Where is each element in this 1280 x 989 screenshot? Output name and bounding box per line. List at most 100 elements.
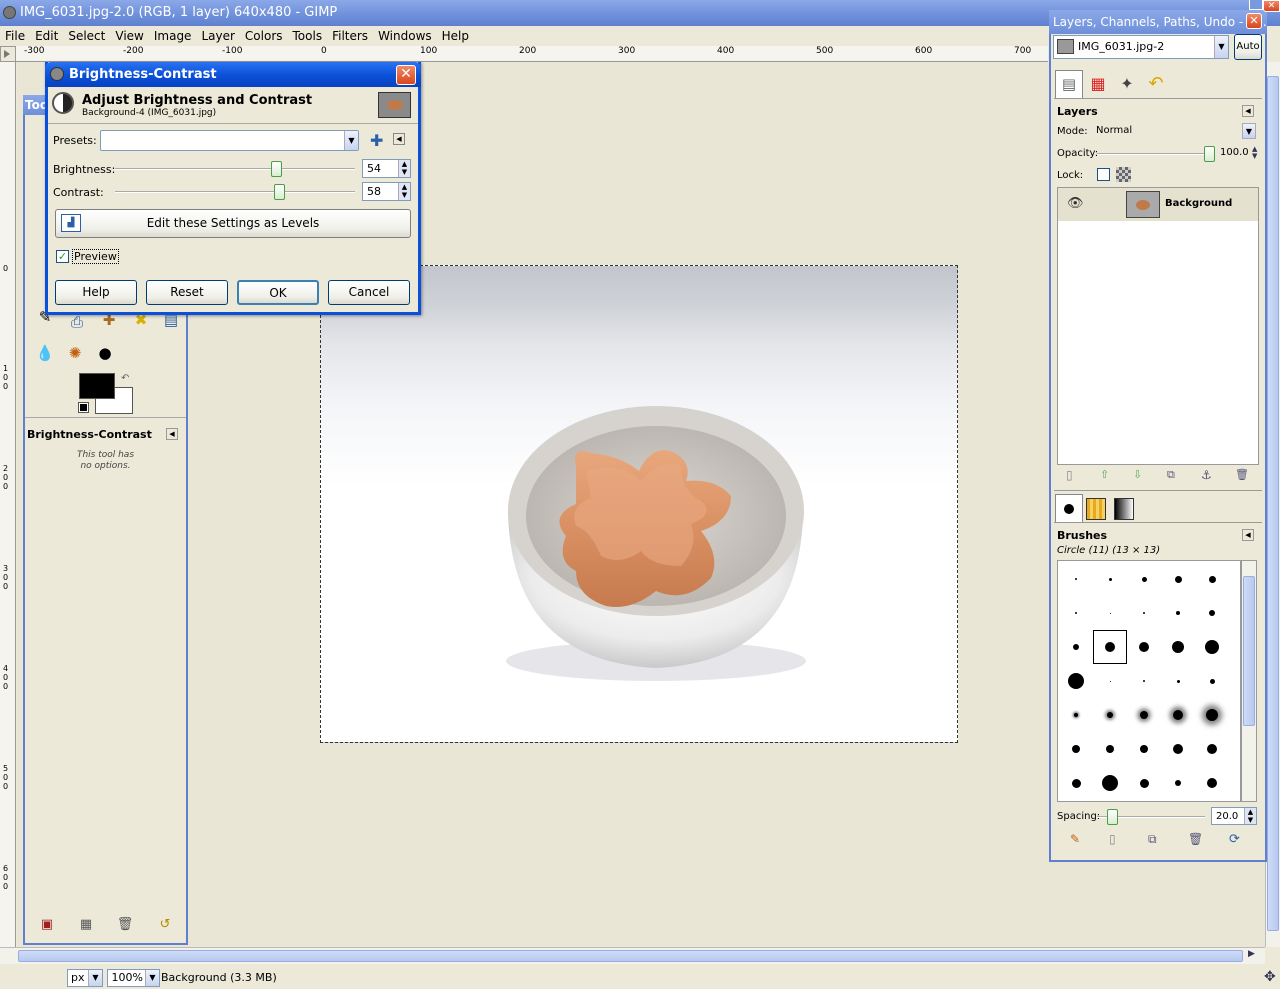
dialog-close-button[interactable]: ✕ (396, 65, 416, 85)
brush-cell[interactable] (1161, 766, 1195, 800)
preview-checkbox[interactable]: ✓ (56, 250, 69, 263)
menu-view[interactable]: View (110, 26, 148, 46)
preset-menu-icon[interactable]: ◀ (393, 133, 405, 145)
menu-windows[interactable]: Windows (373, 26, 437, 46)
duplicate-brush-icon[interactable]: ⧉ (1148, 832, 1157, 847)
brush-cell[interactable] (1127, 562, 1161, 596)
help-button[interactable]: Help (55, 280, 137, 305)
menu-help[interactable]: Help (437, 26, 474, 46)
brush-cell[interactable] (1161, 630, 1195, 664)
menu-file[interactable]: File (0, 26, 30, 46)
layer-row-background[interactable]: 👁 Background (1058, 188, 1258, 221)
horizontal-scroll-thumb[interactable] (18, 950, 1243, 962)
brush-cell[interactable] (1059, 596, 1093, 630)
spin-arrows-icon[interactable]: ▲ ▼ (398, 160, 410, 177)
brush-cell[interactable] (1059, 562, 1093, 596)
brushes-tab[interactable] (1055, 494, 1083, 522)
opacity-slider-track[interactable] (1097, 153, 1214, 155)
brightness-slider-track[interactable] (115, 168, 355, 170)
swap-colors-icon[interactable]: ↶ (121, 373, 129, 384)
ok-button[interactable]: OK (237, 280, 319, 305)
add-preset-icon[interactable]: ✚ (370, 131, 383, 150)
layers-tab-icon[interactable]: ▤ (1055, 70, 1083, 98)
dodge-burn-tool-icon[interactable]: ✺ (63, 341, 87, 365)
preview-label[interactable]: Preview (72, 249, 119, 264)
cancel-button[interactable]: Cancel (328, 280, 410, 305)
menu-image[interactable]: Image (149, 26, 197, 46)
brush-cell[interactable] (1059, 630, 1093, 664)
dialog-titlebar[interactable]: Brightness-Contrast (45, 62, 421, 87)
brush-cell[interactable] (1093, 766, 1127, 800)
brush-cell[interactable] (1127, 664, 1161, 698)
save-options-icon[interactable]: ▣ (35, 913, 59, 937)
horizontal-ruler[interactable]: -300 -200 -100 0 100 200 300 400 500 600… (16, 46, 1048, 62)
brush-cell[interactable] (1161, 664, 1195, 698)
lower-layer-icon[interactable]: ⇩ (1133, 468, 1142, 481)
dock-close-button[interactable]: ✕ (1246, 13, 1262, 29)
anchor-layer-icon[interactable]: ⚓ (1201, 468, 1212, 482)
dock-titlebar[interactable]: Layers, Channels, Paths, Undo - B... (1049, 10, 1267, 34)
scroll-right-icon[interactable]: ▶ (1248, 949, 1255, 959)
brush-cell[interactable] (1093, 664, 1127, 698)
menu-filters[interactable]: Filters (327, 26, 373, 46)
brush-cell[interactable] (1195, 596, 1229, 630)
brush-cell[interactable] (1127, 766, 1161, 800)
edit-brush-icon[interactable]: ✎ (1070, 832, 1080, 846)
gradients-tab-icon[interactable] (1114, 498, 1134, 520)
ink-tool-icon[interactable]: ● (93, 341, 117, 365)
auto-button[interactable]: Auto (1234, 34, 1262, 60)
new-layer-icon[interactable]: ▯ (1066, 468, 1073, 482)
reset-button[interactable]: Reset (146, 280, 228, 305)
smudge-tool-icon[interactable]: 💧 (33, 341, 57, 365)
image-canvas[interactable] (320, 265, 958, 743)
spin-arrows-icon[interactable]: ▲ ▼ (398, 183, 410, 200)
brush-cell[interactable] (1195, 630, 1229, 664)
brush-cell[interactable] (1127, 596, 1161, 630)
brush-cell[interactable] (1161, 732, 1195, 766)
edit-as-levels-button[interactable]: ▟ Edit these Settings as Levels (55, 209, 411, 238)
brush-cell[interactable] (1059, 766, 1093, 800)
menu-colors[interactable]: Colors (240, 26, 288, 46)
quick-mask-corner-button[interactable] (0, 46, 16, 62)
brush-cell[interactable] (1093, 732, 1127, 766)
image-selector-combo[interactable]: IMG_6031.jpg-2 ▼ (1053, 35, 1229, 59)
brush-cell[interactable] (1161, 698, 1195, 732)
restore-options-icon[interactable]: ▦ (74, 913, 98, 937)
opacity-value[interactable]: 100.0 (1220, 147, 1249, 158)
spin-arrows-icon[interactable]: ▲ ▼ (1252, 146, 1257, 160)
brushes-scrollbar[interactable] (1241, 560, 1257, 802)
tab-menu-icon[interactable]: ◀ (1242, 105, 1254, 117)
vertical-ruler[interactable]: 0 1 0 0 2 0 0 3 0 0 4 0 0 5 0 0 6 0 0 (0, 62, 16, 947)
horizontal-scrollbar[interactable]: ▶ (0, 947, 1265, 964)
zoom-select[interactable]: 100% ▼ (107, 969, 160, 987)
paths-tab-icon[interactable]: ✦ (1114, 72, 1140, 96)
channels-tab-icon[interactable]: ▦ (1085, 72, 1111, 96)
layer-name[interactable]: Background (1165, 198, 1232, 209)
delete-options-icon[interactable]: 🗑 (113, 913, 137, 937)
brushes-grid[interactable] (1057, 560, 1241, 802)
default-colors-icon[interactable] (78, 402, 89, 413)
spacing-spinbutton[interactable]: 20.0 ▲ ▼ (1211, 807, 1257, 825)
brush-cell[interactable] (1195, 766, 1229, 800)
brightness-slider-handle[interactable] (270, 161, 282, 177)
tab-menu-icon[interactable]: ◀ (166, 428, 178, 440)
spacing-slider-handle[interactable] (1107, 809, 1119, 825)
menu-layer[interactable]: Layer (196, 26, 239, 46)
lock-alpha-icon[interactable] (1116, 167, 1131, 182)
brush-cell[interactable] (1195, 732, 1229, 766)
lock-pixels-checkbox[interactable] (1097, 168, 1110, 181)
duplicate-layer-icon[interactable]: ⧉ (1167, 468, 1175, 482)
presets-combo[interactable]: ▼ (100, 130, 359, 151)
new-brush-icon[interactable]: ▯ (1109, 832, 1116, 846)
reset-options-icon[interactable]: ↺ (153, 913, 177, 937)
brush-cell[interactable] (1161, 562, 1195, 596)
tab-menu-icon[interactable]: ◀ (1242, 529, 1254, 541)
brush-cell[interactable] (1093, 562, 1127, 596)
refresh-brushes-icon[interactable]: ⟳ (1229, 832, 1240, 847)
delete-brush-icon[interactable]: 🗑 (1188, 832, 1203, 846)
brush-cell[interactable] (1127, 698, 1161, 732)
contrast-spinbutton[interactable]: 58 ▲ ▼ (362, 182, 411, 201)
patterns-tab-icon[interactable] (1086, 498, 1106, 520)
foreground-color-front[interactable] (79, 373, 115, 399)
main-window-button[interactable] (1249, 0, 1263, 10)
